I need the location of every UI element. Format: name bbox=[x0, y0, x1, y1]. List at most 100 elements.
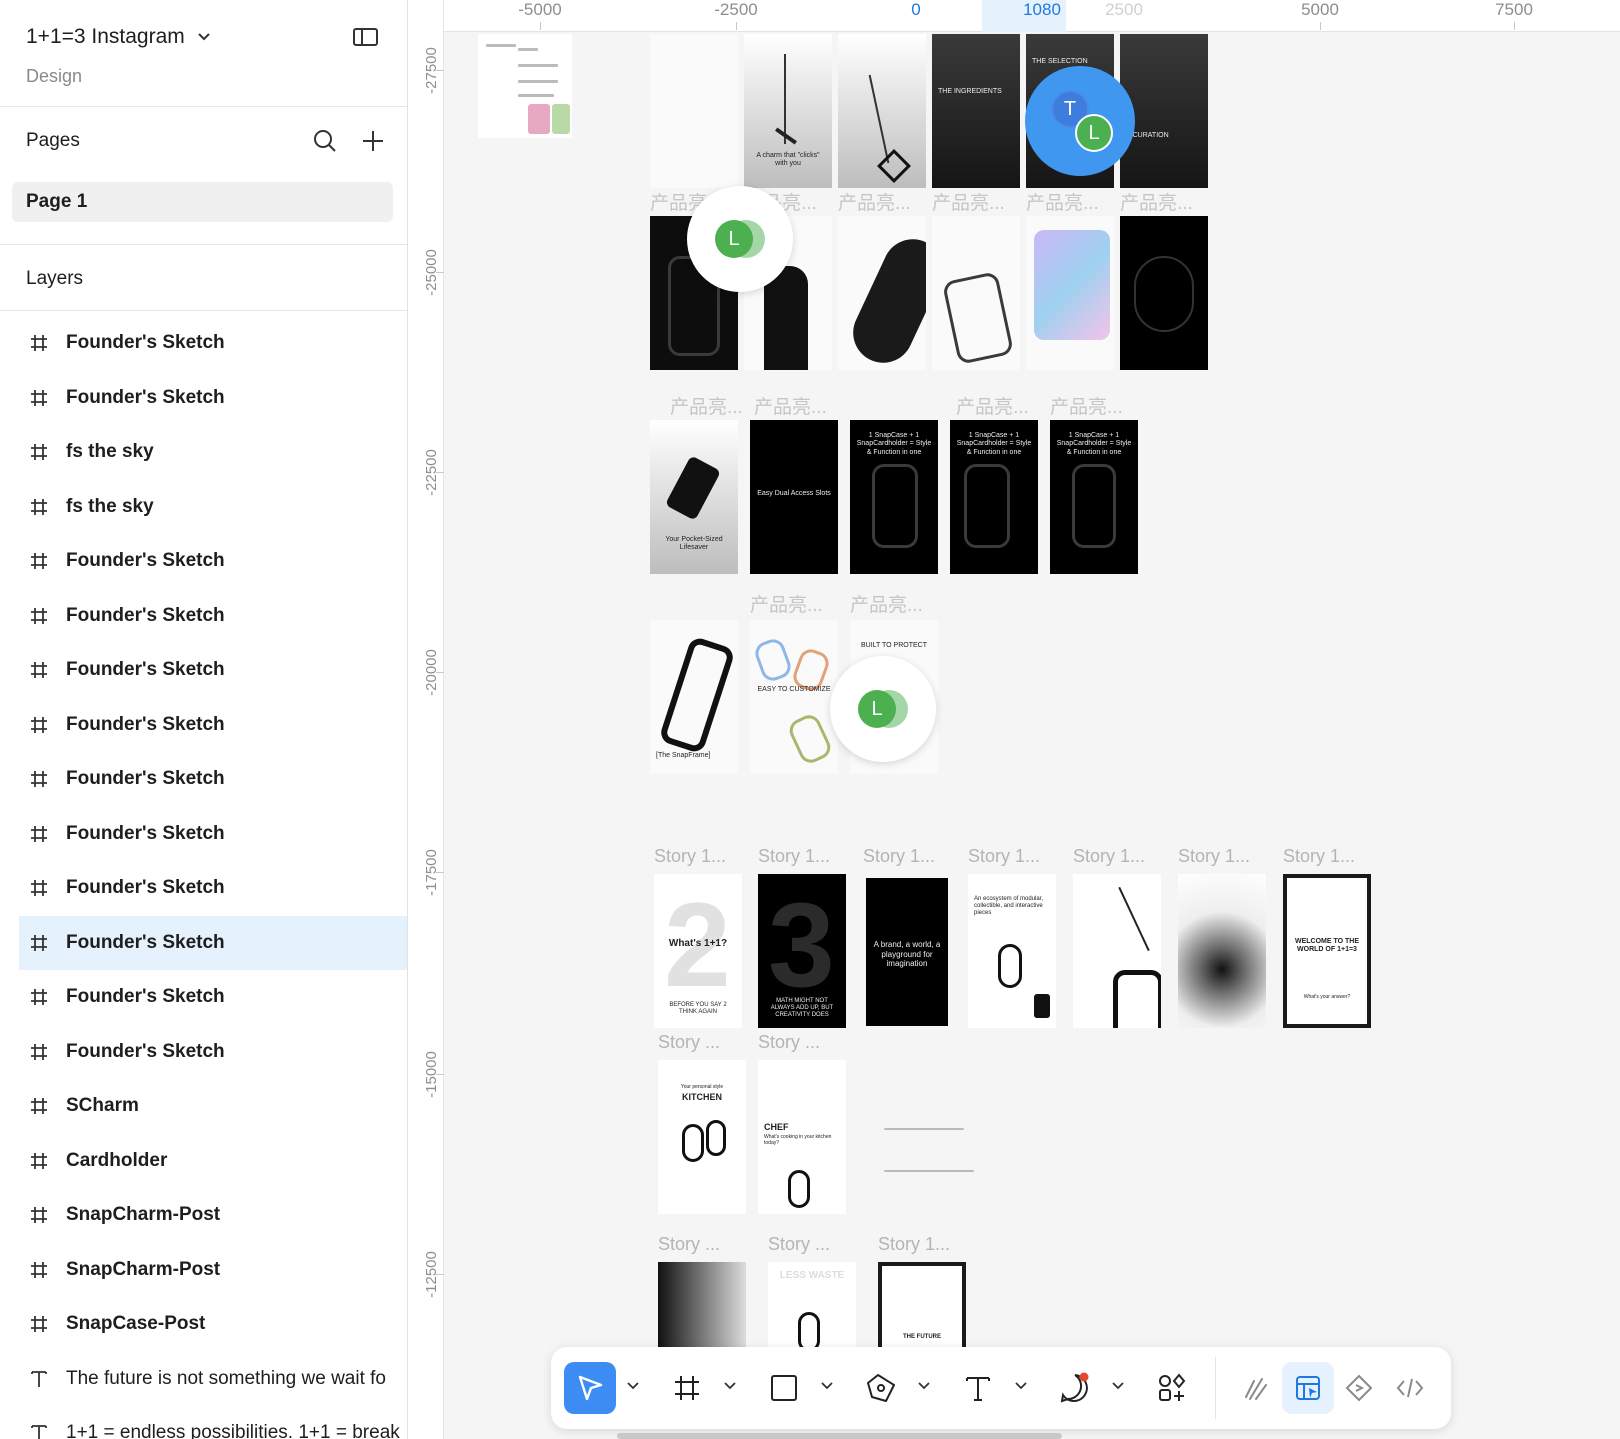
chevron-down-icon[interactable] bbox=[1014, 1379, 1028, 1393]
move-tool-button[interactable] bbox=[564, 1362, 616, 1414]
frame-label[interactable]: 产品亮... bbox=[670, 392, 743, 419]
frame-label[interactable]: Story 1... bbox=[863, 846, 935, 867]
layer-item[interactable]: Founder's Sketch bbox=[0, 1025, 407, 1080]
design-mode-button[interactable] bbox=[1282, 1362, 1334, 1414]
frame-story[interactable]: A brand, a world, a playground for imagi… bbox=[866, 878, 948, 1026]
frame-story[interactable] bbox=[1026, 216, 1114, 370]
layer-item[interactable]: Founder's Sketch bbox=[0, 698, 407, 753]
frame-label[interactable]: 产品亮... bbox=[754, 392, 827, 419]
frame-story[interactable]: LESS WASTE bbox=[768, 1262, 856, 1352]
layer-item[interactable]: Founder's Sketch bbox=[0, 371, 407, 426]
add-page-icon[interactable] bbox=[360, 128, 386, 154]
layer-item[interactable]: SnapCase-Post bbox=[0, 1297, 407, 1352]
frame-tool-button[interactable] bbox=[661, 1362, 713, 1414]
frame-label[interactable]: 产品亮... bbox=[956, 392, 1029, 419]
sidebar-toggle-icon[interactable] bbox=[352, 26, 380, 48]
layer-item[interactable]: Founder's Sketch bbox=[19, 915, 407, 970]
frame-story[interactable]: THE FUTURE bbox=[878, 1262, 966, 1352]
rectangle-tool-button[interactable] bbox=[758, 1362, 810, 1414]
frame-thumbnail[interactable] bbox=[478, 34, 572, 138]
layer-item[interactable]: fs the sky bbox=[0, 480, 407, 535]
frame-story[interactable]: EASY TO CUSTOMIZE bbox=[750, 620, 838, 774]
layer-item[interactable]: Founder's Sketch bbox=[0, 534, 407, 589]
layer-item[interactable]: Founder's Sketch bbox=[0, 316, 407, 371]
layer-label: Founder's Sketch bbox=[66, 604, 225, 626]
frame-label[interactable]: 产品亮... bbox=[850, 590, 923, 617]
frame-story[interactable]: Easy Dual Access Slots bbox=[750, 420, 838, 574]
frame-story[interactable]: An ecosystem of modular, collectible, an… bbox=[968, 874, 1056, 1028]
frame-label[interactable]: 产品亮... bbox=[750, 590, 823, 617]
resources-tool-button[interactable] bbox=[1146, 1362, 1198, 1414]
frame-label[interactable]: Story 1... bbox=[654, 846, 726, 867]
layer-item[interactable]: The future is not something we wait fo bbox=[0, 1352, 407, 1407]
frame-icon bbox=[28, 768, 50, 790]
frame-story[interactable] bbox=[838, 34, 926, 188]
layer-item[interactable]: Founder's Sketch bbox=[0, 807, 407, 862]
layer-item[interactable]: Founder's Sketch bbox=[0, 752, 407, 807]
frame-label[interactable]: Story ... bbox=[758, 1032, 820, 1053]
frame-label[interactable]: Story ... bbox=[768, 1234, 830, 1255]
frame-label[interactable]: Story 1... bbox=[1073, 846, 1145, 867]
frame-label[interactable]: Story 1... bbox=[1178, 846, 1250, 867]
frame-story[interactable]: 1 SnapCase + 1 SnapCardholder = Style & … bbox=[950, 420, 1038, 574]
frame-label[interactable]: Story 1... bbox=[1283, 846, 1355, 867]
frame-story[interactable] bbox=[838, 216, 926, 370]
frame-story[interactable]: Your Pocket-Sized Lifesaver bbox=[650, 420, 738, 574]
frame-story[interactable]: 1 SnapCase + 1 SnapCardholder = Style & … bbox=[850, 420, 938, 574]
frame-story[interactable]: CHEF What's cooking in your kitchen toda… bbox=[758, 1060, 846, 1214]
frame-story[interactable]: 3 MATH MIGHT NOT ALWAYS ADD UP, BUT CREA… bbox=[758, 874, 846, 1028]
design-canvas[interactable]: A charm that "clicks" with you THE INGRE… bbox=[408, 0, 1620, 1439]
dev-mode-button[interactable] bbox=[1384, 1362, 1436, 1414]
frame-label[interactable]: Story 1... bbox=[968, 846, 1040, 867]
layer-item[interactable]: Founder's Sketch bbox=[0, 643, 407, 698]
layer-item[interactable]: 1+1 = endless possibilities. 1+1 = break bbox=[0, 1406, 407, 1439]
frame-story[interactable] bbox=[1073, 874, 1161, 1028]
collaborator-cursor: T L bbox=[1025, 66, 1135, 176]
layer-item[interactable]: Cardholder bbox=[0, 1134, 407, 1189]
horizontal-scrollbar[interactable] bbox=[617, 1433, 1062, 1439]
frame-story[interactable]: A charm that "clicks" with you bbox=[744, 34, 832, 188]
page-item-page-1[interactable]: Page 1 bbox=[12, 182, 393, 222]
pen-tool-button[interactable] bbox=[855, 1362, 907, 1414]
frame-label[interactable]: Story ... bbox=[658, 1234, 720, 1255]
frame-label[interactable]: 产品亮... bbox=[838, 188, 911, 215]
chevron-down-icon[interactable] bbox=[1111, 1379, 1125, 1393]
layer-item[interactable]: Founder's Sketch bbox=[0, 589, 407, 644]
layer-item[interactable]: Founder's Sketch bbox=[0, 970, 407, 1025]
frame-story[interactable]: [The SnapFrame] bbox=[650, 620, 738, 774]
file-menu[interactable]: 1+1=3 Instagram bbox=[26, 22, 213, 52]
draw-mode-button[interactable] bbox=[1231, 1362, 1283, 1414]
frame-story[interactable] bbox=[932, 216, 1020, 370]
layer-item[interactable]: SCharm bbox=[0, 1079, 407, 1134]
chevron-down-icon[interactable] bbox=[626, 1379, 640, 1393]
frame-story[interactable]: 2 What's 1+1? BEFORE YOU SAY 2 THINK AGA… bbox=[654, 874, 742, 1028]
chevron-down-icon[interactable] bbox=[917, 1379, 931, 1393]
frame-story[interactable]: Your personal style KITCHEN bbox=[658, 1060, 746, 1214]
search-icon[interactable] bbox=[312, 128, 338, 154]
layer-item[interactable]: fs the sky bbox=[0, 425, 407, 480]
frame-label[interactable]: Story 1... bbox=[878, 1234, 950, 1255]
layer-item[interactable]: SnapCharm-Post bbox=[0, 1243, 407, 1298]
text-tool-button[interactable] bbox=[952, 1362, 1004, 1414]
frame-label[interactable]: 产品亮... bbox=[932, 188, 1005, 215]
frame-label[interactable]: 产品亮... bbox=[1050, 392, 1123, 419]
comment-tool-button[interactable] bbox=[1049, 1362, 1101, 1414]
frame-story[interactable] bbox=[1178, 874, 1266, 1028]
frame-label[interactable]: Story 1... bbox=[758, 846, 830, 867]
frame-story[interactable]: THE INGREDIENTS bbox=[932, 34, 1020, 188]
layer-item[interactable]: Founder's Sketch bbox=[0, 861, 407, 916]
frame-story[interactable]: 1 SnapCase + 1 SnapCardholder = Style & … bbox=[1050, 420, 1138, 574]
chevron-down-icon[interactable] bbox=[723, 1379, 737, 1393]
frame-story[interactable]: WELCOME TO THE WORLD OF 1+1=3 What's you… bbox=[1283, 874, 1371, 1028]
frame-story[interactable] bbox=[650, 34, 738, 188]
frame-text: What's cooking in your kitchen today? bbox=[764, 1134, 832, 1146]
frame-label[interactable]: Story ... bbox=[658, 1032, 720, 1053]
frame-story[interactable] bbox=[658, 1262, 746, 1352]
frame-label[interactable]: 产品亮... bbox=[1026, 188, 1099, 215]
layer-item[interactable]: SnapCharm-Post bbox=[0, 1188, 407, 1243]
frame-story[interactable] bbox=[1120, 216, 1208, 370]
frame-label[interactable]: 产品亮... bbox=[1120, 188, 1193, 215]
divider bbox=[0, 106, 407, 107]
chevron-down-icon[interactable] bbox=[820, 1379, 834, 1393]
prototype-mode-button[interactable] bbox=[1333, 1362, 1385, 1414]
